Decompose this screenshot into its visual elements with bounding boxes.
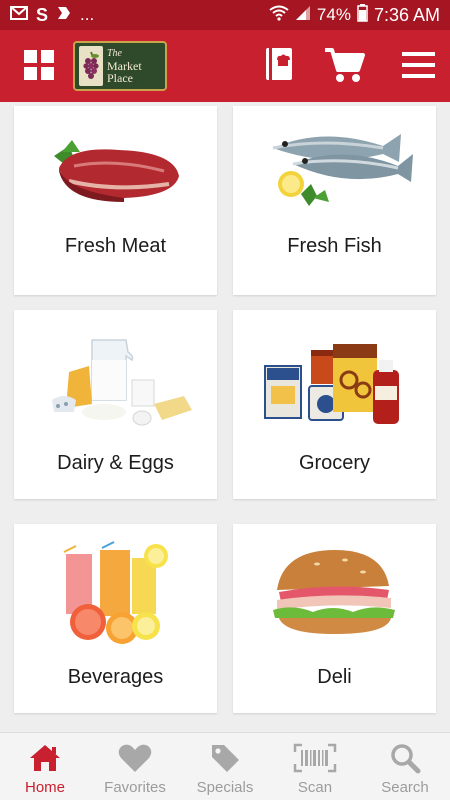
battery-icon xyxy=(357,3,368,27)
category-label: Deli xyxy=(317,666,352,688)
category-label: Fresh Fish xyxy=(287,235,382,257)
grapes-icon xyxy=(79,46,103,86)
overflow-dots: ... xyxy=(80,5,95,24)
nav-item-search[interactable]: Search xyxy=(360,733,450,800)
cart-icon[interactable] xyxy=(323,46,365,84)
market-place-logo[interactable]: The Market Place xyxy=(73,41,167,91)
system-indicators: 74% 7:36 AM xyxy=(269,3,440,27)
logo-line-3: Place xyxy=(107,71,133,85)
nav-label: Scan xyxy=(297,779,333,796)
category-tile-fresh-fish[interactable]: Fresh Fish xyxy=(233,106,436,295)
nav-item-scan[interactable]: Scan xyxy=(270,733,360,800)
home-icon xyxy=(28,741,62,775)
nav-label: Home xyxy=(24,779,65,796)
barcode-icon xyxy=(293,741,337,775)
battery-percent: 74% xyxy=(316,5,351,24)
logo-wordmark: The Market Place xyxy=(107,48,142,84)
beverages-image xyxy=(63,541,168,644)
category-label: Grocery xyxy=(298,452,371,474)
grocery-image xyxy=(264,344,399,424)
notification-icons: S ... xyxy=(10,5,94,26)
status-bar: S ... 74% 7:36 AM xyxy=(0,0,450,30)
deli-image xyxy=(273,550,395,634)
recipe-book-icon[interactable] xyxy=(264,46,294,82)
category-tile-grocery[interactable]: Grocery xyxy=(233,310,436,499)
category-label: Fresh Meat xyxy=(64,235,167,257)
fresh-fish-image xyxy=(272,134,413,206)
flag-icon xyxy=(56,5,72,25)
nav-label: Favorites xyxy=(104,779,166,796)
nav-label: Specials xyxy=(196,779,254,796)
nav-item-specials[interactable]: Specials xyxy=(180,733,270,800)
menu-icon[interactable] xyxy=(402,50,435,80)
category-tile-dairy-eggs[interactable]: Dairy & Eggs xyxy=(14,310,217,499)
app-bar: The Market Place xyxy=(0,30,450,102)
nav-item-home[interactable]: Home xyxy=(0,733,90,800)
category-label: Beverages xyxy=(67,666,164,688)
tag-icon xyxy=(209,741,241,775)
fresh-meat-image xyxy=(54,140,179,202)
signal-icon xyxy=(295,5,311,26)
clock: 7:36 AM xyxy=(373,4,440,25)
wifi-icon xyxy=(269,5,289,26)
category-tile-beverages[interactable]: Beverages xyxy=(14,524,217,713)
search-icon xyxy=(389,741,421,775)
nav-label: Search xyxy=(381,779,429,796)
bottom-nav: Home Favorites Specials Scan Search xyxy=(0,732,450,800)
category-label: Dairy & Eggs xyxy=(57,452,174,474)
category-tile-deli[interactable]: Deli xyxy=(233,524,436,713)
category-tile-fresh-meat[interactable]: Fresh Meat xyxy=(14,106,217,295)
grid-icon[interactable] xyxy=(24,50,54,80)
heart-icon xyxy=(117,741,153,775)
s-icon: S xyxy=(36,4,49,25)
nav-item-favorites[interactable]: Favorites xyxy=(90,733,180,800)
dairy-eggs-image xyxy=(52,339,192,426)
gmail-icon xyxy=(10,6,28,24)
